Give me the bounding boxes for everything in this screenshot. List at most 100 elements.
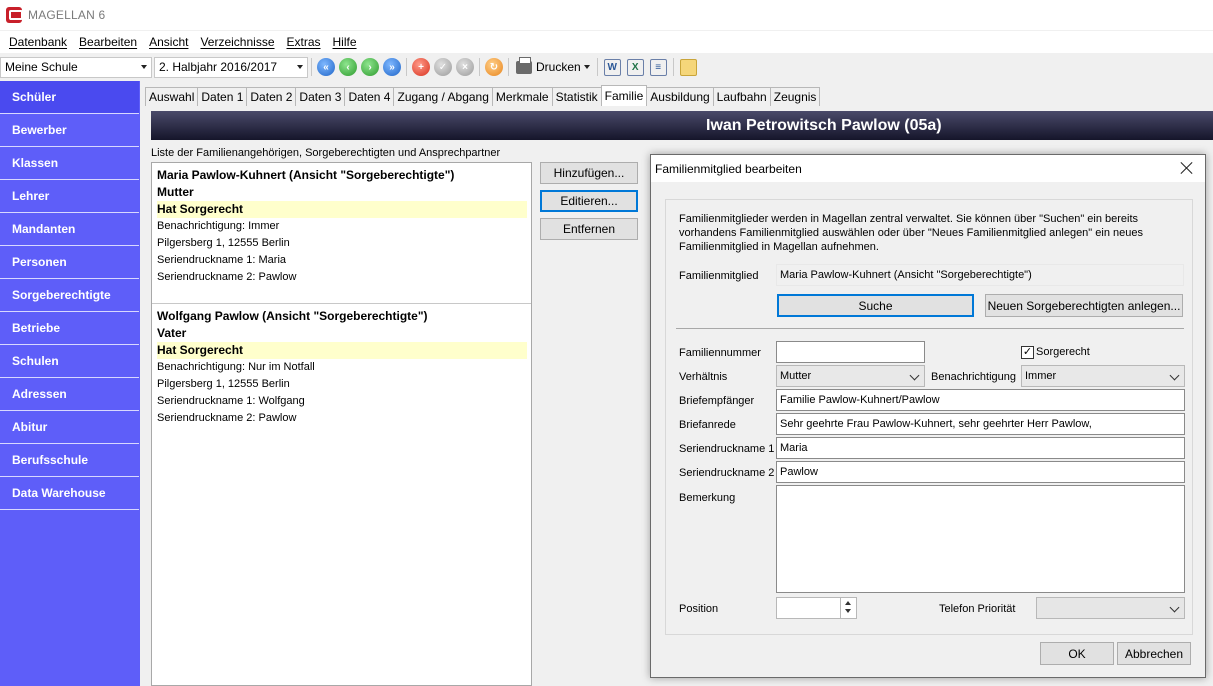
tab-laufbahn[interactable]: Laufbahn xyxy=(712,87,771,106)
print-button[interactable]: Drucken xyxy=(516,56,590,74)
sidebar: Schüler Bewerber Klassen Lehrer Mandante… xyxy=(0,81,140,686)
chevron-down-icon xyxy=(141,64,147,69)
family-list[interactable]: Maria Pawlow-Kuhnert (Ansicht "Sorgebere… xyxy=(151,162,532,686)
menu-ansicht[interactable]: Ansicht xyxy=(143,35,194,49)
sidebar-item-personen[interactable]: Personen xyxy=(0,246,139,279)
excel-export-icon[interactable]: X xyxy=(626,58,644,76)
menu-extras[interactable]: Extras xyxy=(281,35,327,49)
cancel-button[interactable]: Abbrechen xyxy=(1117,642,1191,665)
sidebar-item-berufsschule[interactable]: Berufsschule xyxy=(0,444,139,477)
ok-button[interactable]: OK xyxy=(1040,642,1114,665)
printer-icon xyxy=(516,56,532,74)
previous-record-icon[interactable]: ‹ xyxy=(339,58,357,76)
title-bar: MAGELLAN 6 xyxy=(0,0,1213,30)
member-relation: Vater xyxy=(157,326,187,340)
remark-textarea[interactable] xyxy=(776,485,1185,593)
school-select[interactable]: Meine Schule xyxy=(0,56,152,78)
edit-member-button[interactable]: Editieren... xyxy=(540,190,638,212)
folder-icon[interactable] xyxy=(679,58,697,76)
family-list-label: Liste der Familienangehörigen, Sorgebere… xyxy=(151,147,501,159)
relation-select[interactable]: Mutter xyxy=(776,365,925,387)
recipient-input[interactable]: Familie Pawlow-Kuhnert/Pawlow xyxy=(776,389,1185,411)
position-stepper[interactable] xyxy=(776,597,857,619)
list-item[interactable]: Maria Pawlow-Kuhnert (Ansicht "Sorgebere… xyxy=(152,163,531,304)
stepper-arrows[interactable] xyxy=(840,597,856,619)
sidebar-item-bewerber[interactable]: Bewerber xyxy=(0,114,139,147)
sidebar-item-data-warehouse[interactable]: Data Warehouse xyxy=(0,477,139,510)
first-record-icon[interactable]: « xyxy=(317,58,335,76)
mail-name-2-input[interactable]: Pawlow xyxy=(776,461,1185,483)
menu-verzeichnisse[interactable]: Verzeichnisse xyxy=(194,35,280,49)
menu-datenbank[interactable]: Datenbank xyxy=(3,35,73,49)
student-header: Iwan Petrowitsch Pawlow (05a) xyxy=(151,111,1213,140)
toolbar-separator xyxy=(311,58,312,76)
relation-label: Verhältnis xyxy=(679,371,728,383)
sidebar-item-schueler[interactable]: Schüler xyxy=(0,81,139,114)
salutation-input-value: Sehr geehrte Frau Pawlow-Kuhnert, sehr g… xyxy=(780,418,1092,430)
sidebar-item-betriebe[interactable]: Betriebe xyxy=(0,312,139,345)
chevron-down-icon xyxy=(1169,370,1180,381)
tab-daten-1[interactable]: Daten 1 xyxy=(197,87,248,106)
word-export-icon[interactable]: W xyxy=(603,58,621,76)
tab-statistik[interactable]: Statistik xyxy=(551,87,602,106)
school-select-value: Meine Schule xyxy=(5,60,78,74)
tab-ausbildung[interactable]: Ausbildung xyxy=(646,87,714,106)
chevron-down-icon[interactable] xyxy=(845,609,851,613)
tab-daten-3[interactable]: Daten 3 xyxy=(295,87,346,106)
tab-zeugnis[interactable]: Zeugnis xyxy=(769,87,821,106)
save-record-icon[interactable]: ✓ xyxy=(434,58,452,76)
salutation-input[interactable]: Sehr geehrte Frau Pawlow-Kuhnert, sehr g… xyxy=(776,413,1185,435)
member-mail-name-2: Seriendruckname 2: Pawlow xyxy=(157,271,297,283)
term-select[interactable]: 2. Halbjahr 2016/2017 xyxy=(154,56,308,78)
new-guardian-button[interactable]: Neuen Sorgeberechtigten anlegen... xyxy=(985,294,1183,317)
chevron-down-icon xyxy=(909,370,920,381)
close-icon[interactable] xyxy=(1179,160,1195,176)
sidebar-item-mandanten[interactable]: Mandanten xyxy=(0,213,139,246)
sidebar-item-lehrer[interactable]: Lehrer xyxy=(0,180,139,213)
next-record-icon[interactable]: › xyxy=(361,58,379,76)
sidebar-item-adressen[interactable]: Adressen xyxy=(0,378,139,411)
tab-strip: Auswahl Daten 1 Daten 2 Daten 3 Daten 4 … xyxy=(145,85,821,106)
toolbar-separator xyxy=(596,58,598,76)
chevron-down-icon xyxy=(1169,602,1180,613)
tab-merkmale[interactable]: Merkmale xyxy=(491,87,553,106)
custody-checkbox[interactable]: ✓ xyxy=(1021,346,1034,359)
dialog-title: Familienmitglied bearbeiten xyxy=(655,161,802,176)
phone-priority-label: Telefon Priorität xyxy=(939,603,1016,615)
last-record-icon[interactable]: » xyxy=(383,58,401,76)
divider xyxy=(676,328,1184,329)
tab-auswahl[interactable]: Auswahl xyxy=(145,87,199,106)
member-mail-name-1: Seriendruckname 1: Maria xyxy=(157,254,287,266)
refresh-icon[interactable]: ↻ xyxy=(485,58,503,76)
list-item[interactable]: Wolfgang Pawlow (Ansicht "Sorgeberechtig… xyxy=(152,304,531,445)
remove-member-button[interactable]: Entfernen xyxy=(540,218,638,240)
tab-zugang-abgang[interactable]: Zugang / Abgang xyxy=(393,87,493,106)
sidebar-item-klassen[interactable]: Klassen xyxy=(0,147,139,180)
toolbar-separator xyxy=(508,58,509,76)
add-record-icon[interactable]: + xyxy=(412,58,430,76)
term-select-value: 2. Halbjahr 2016/2017 xyxy=(159,60,278,74)
phone-priority-select[interactable] xyxy=(1036,597,1185,619)
sidebar-item-abitur[interactable]: Abitur xyxy=(0,411,139,444)
sidebar-item-schulen[interactable]: Schulen xyxy=(0,345,139,378)
sidebar-item-sorgeberechtigte[interactable]: Sorgeberechtigte xyxy=(0,279,139,312)
menu-hilfe[interactable]: Hilfe xyxy=(327,35,363,49)
notification-select[interactable]: Immer xyxy=(1021,365,1185,387)
menu-bearbeiten[interactable]: Bearbeiten xyxy=(73,35,143,49)
member-custody: Hat Sorgerecht xyxy=(157,201,527,218)
toolbar-separator xyxy=(406,58,407,76)
delete-record-icon[interactable]: × xyxy=(456,58,474,76)
report-icon[interactable]: ≡ xyxy=(649,58,667,76)
mail-name-1-input[interactable]: Maria xyxy=(776,437,1185,459)
family-number-input[interactable] xyxy=(776,341,925,363)
tab-daten-4[interactable]: Daten 4 xyxy=(344,87,395,106)
chevron-up-icon[interactable] xyxy=(845,601,851,605)
family-number-label: Familiennummer xyxy=(679,347,761,359)
member-relation: Mutter xyxy=(157,185,194,199)
custody-label: Sorgerecht xyxy=(1036,346,1090,358)
add-member-button[interactable]: Hinzufügen... xyxy=(540,162,638,184)
tab-familie[interactable]: Familie xyxy=(600,85,648,106)
tab-daten-2[interactable]: Daten 2 xyxy=(246,87,297,106)
toolbar-separator xyxy=(672,58,674,76)
search-button[interactable]: Suche xyxy=(777,294,974,317)
